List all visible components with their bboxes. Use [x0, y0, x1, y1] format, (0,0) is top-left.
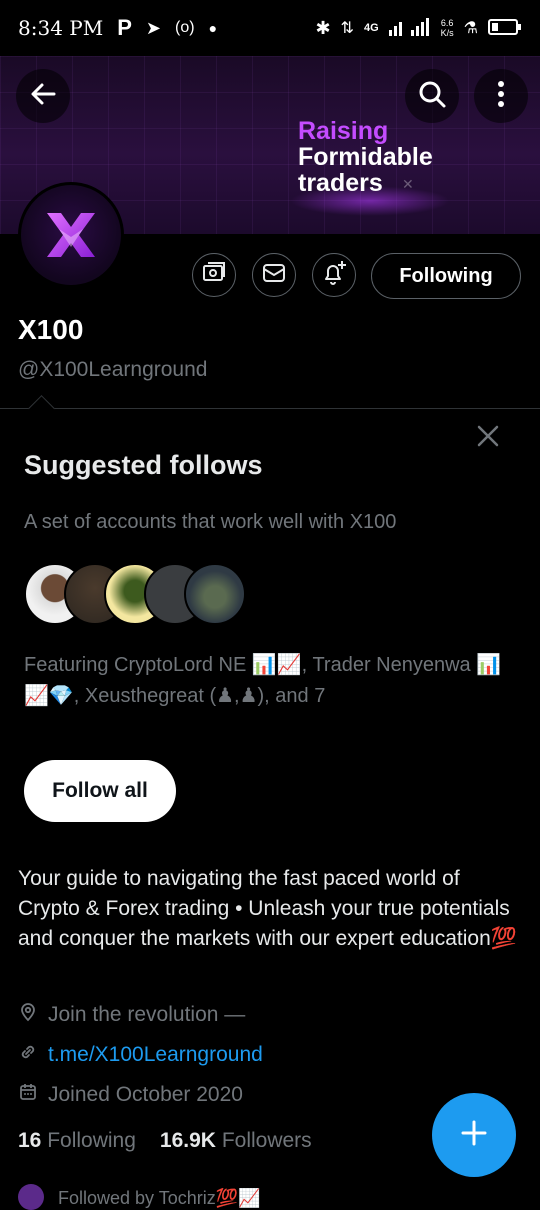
status-bar-right: ✱ ⇅ 4G 6.6 K/s ⚗	[315, 17, 522, 39]
data-arrows-icon: ⇅	[340, 20, 354, 37]
meta-joined: Joined October 2020	[18, 1082, 243, 1108]
suggested-follows-subtitle: A set of accounts that work well with X1…	[24, 511, 397, 533]
followers-count[interactable]: 16.9K Followers	[160, 1129, 312, 1153]
telegram-icon: ➤	[145, 17, 161, 38]
following-label: Following	[47, 1129, 136, 1152]
following-count[interactable]: 16 Following	[18, 1129, 136, 1153]
follow-counts: 16 Following 16.9K Followers	[18, 1129, 312, 1153]
suggested-featuring-text: Featuring CryptoLord NE 📊📈, Trader Nenye…	[24, 654, 502, 707]
calendar-icon	[18, 1082, 38, 1108]
status-bar-left: 8:34 PM P ➤ (o) ●	[18, 15, 217, 41]
speed-readout: 6.6 K/s	[441, 18, 454, 38]
compose-plus-icon	[459, 1118, 489, 1153]
compose-button[interactable]	[432, 1093, 516, 1177]
notify-button[interactable]	[312, 253, 356, 297]
search-button[interactable]	[405, 69, 459, 123]
message-icon	[261, 260, 287, 291]
joined-text: Joined October 2020	[48, 1083, 243, 1106]
subscribe-icon	[201, 260, 227, 291]
flask-icon: ⚗	[463, 20, 478, 37]
suggested-avatars[interactable]	[24, 563, 246, 625]
network-type: 4G	[363, 22, 379, 34]
profile-handle: @X100Learnground	[18, 358, 208, 381]
p-icon: P	[117, 15, 132, 40]
followers-number: 16.9K	[159, 1129, 216, 1152]
dot-icon: ●	[208, 20, 218, 36]
subscribe-button[interactable]	[192, 253, 236, 297]
suggested-follows-title: Suggested follows	[24, 450, 263, 480]
radio-icon: (o)	[175, 19, 195, 36]
profile-name: X100	[18, 314, 84, 345]
search-icon	[417, 79, 447, 114]
more-button[interactable]	[474, 69, 528, 123]
signal-icon	[388, 17, 431, 39]
meta-location: Join the revolution —	[18, 1002, 245, 1028]
notification-add-icon	[320, 259, 348, 292]
speed-value: 6.6	[440, 18, 454, 28]
meta-link[interactable]: t.me/X100Learnground	[18, 1042, 263, 1068]
follow-all-button[interactable]: Follow all	[24, 760, 176, 822]
status-time: 8:34 PM	[18, 16, 104, 40]
followed-by-text[interactable]: Followed by Tochriz💯📈	[58, 1188, 261, 1209]
location-text: Join the revolution —	[48, 1003, 246, 1026]
following-number: 16	[18, 1129, 42, 1152]
suggested-avatar-5[interactable]	[184, 563, 246, 625]
close-icon	[476, 424, 500, 453]
battery-icon	[488, 18, 522, 39]
message-button[interactable]	[252, 253, 296, 297]
banner-x-mark: ✕	[402, 176, 414, 192]
location-icon	[18, 1002, 38, 1028]
followers-label: Followers	[221, 1129, 312, 1152]
close-suggestions-button[interactable]	[472, 422, 504, 454]
banner-line-raising: Raising	[298, 117, 389, 145]
profile-avatar[interactable]	[18, 182, 124, 288]
bluetooth-icon: ✱	[315, 17, 331, 38]
profile-bio: Your guide to navigating the fast paced …	[18, 867, 517, 950]
followed-by-avatar	[18, 1184, 44, 1210]
banner-line-formidable: Formidable	[298, 143, 433, 171]
status-bar: 8:34 PM P ➤ (o) ● ✱ ⇅ 4G 6.6 K/s ⚗	[0, 0, 540, 56]
speed-unit: K/s	[440, 28, 454, 38]
more-vertical-icon	[497, 80, 505, 113]
following-button[interactable]: Following	[371, 253, 521, 299]
back-arrow-icon	[29, 80, 57, 113]
link-icon	[18, 1042, 38, 1068]
suggestion-notch	[28, 395, 55, 422]
profile-link[interactable]: t.me/X100Learnground	[48, 1043, 263, 1067]
x100-logo-icon	[21, 185, 121, 285]
divider	[0, 408, 540, 409]
back-button[interactable]	[16, 69, 70, 123]
